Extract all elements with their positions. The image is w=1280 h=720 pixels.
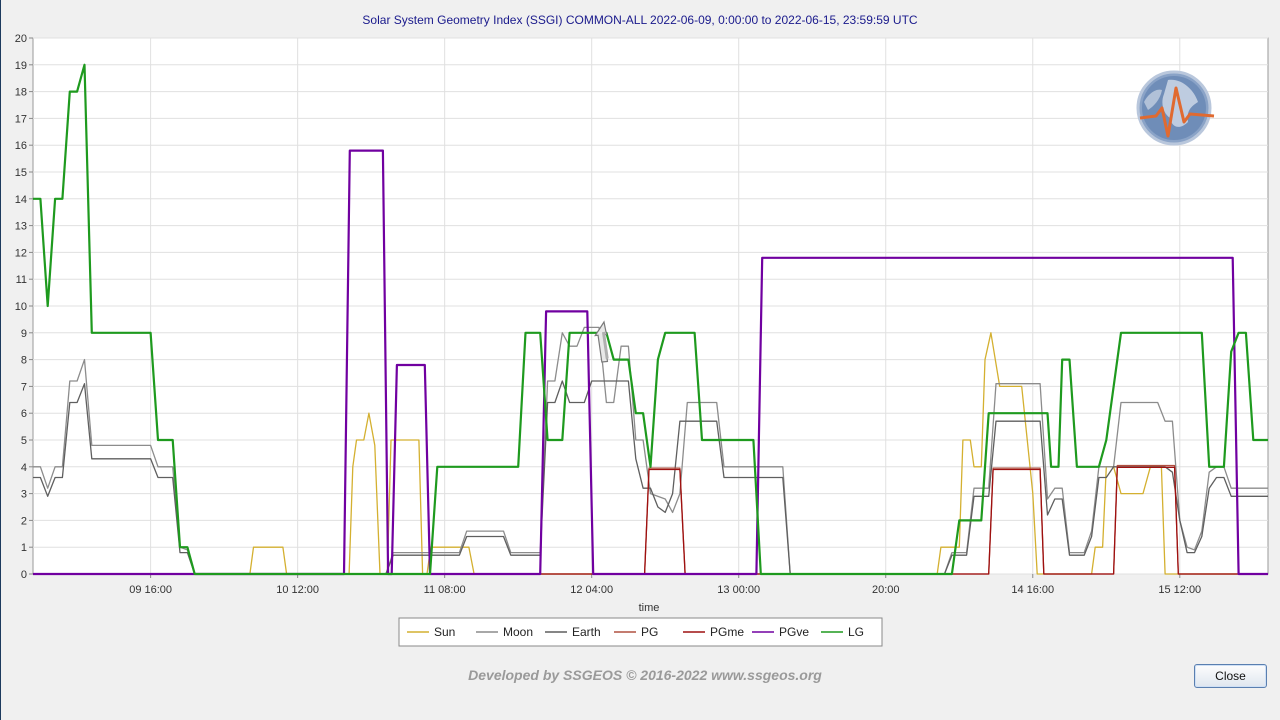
y-tick-label: 0 [21,569,27,581]
y-tick-label: 13 [15,221,27,233]
y-tick-label: 16 [15,140,27,152]
y-tick-label: 6 [21,408,27,420]
legend-label-pgme: PGme [710,625,744,639]
y-tick-label: 11 [16,274,27,286]
y-tick-label: 14 [15,194,27,206]
y-tick-label: 1 [21,542,27,554]
y-tick-label: 7 [21,381,27,393]
y-tick-label: 5 [21,435,27,447]
x-tick-label: 11 08:00 [424,584,466,596]
x-tick-label: 13 00:00 [717,584,760,596]
x-tick-label: 15 12:00 [1158,584,1201,596]
y-tick-label: 17 [15,113,27,125]
y-tick-label: 15 [15,167,27,179]
close-button[interactable]: Close [1194,664,1267,688]
legend: Sun Moon Earth PG PGme PGve LG [398,617,883,647]
x-tick-label: 10 12:00 [276,584,319,596]
y-tick-label: 10 [15,301,27,313]
y-tick-label: 19 [15,60,27,72]
y-tick-label: 8 [21,355,27,367]
x-tick-label: 12 04:00 [570,584,613,596]
x-tick-label: 20:00 [872,584,900,596]
x-axis-label: time [639,602,660,614]
y-tick-label: 2 [21,515,27,527]
y-tick-label: 12 [15,247,27,259]
legend-label-earth: Earth [572,625,601,639]
legend-label-pg: PG [641,625,658,639]
legend-label-pgve: PGve [779,625,809,639]
x-tick-label: 14 16:00 [1011,584,1054,596]
y-tick-label: 20 [15,33,27,45]
y-tick-label: 18 [15,87,27,99]
legend-label-moon: Moon [503,625,533,639]
y-tick-label: 4 [21,462,27,474]
legend-label-lg: LG [848,625,864,639]
footer-credit: Developed by SSGEOS © 2016-2022 www.ssge… [468,667,822,683]
chart: 0123456789101112131415161718192009 16:00… [15,33,1269,647]
y-tick-label: 3 [21,489,27,501]
y-tick-label: 9 [21,328,27,340]
x-tick-label: 09 16:00 [129,584,172,596]
legend-label-sun: Sun [434,625,455,639]
